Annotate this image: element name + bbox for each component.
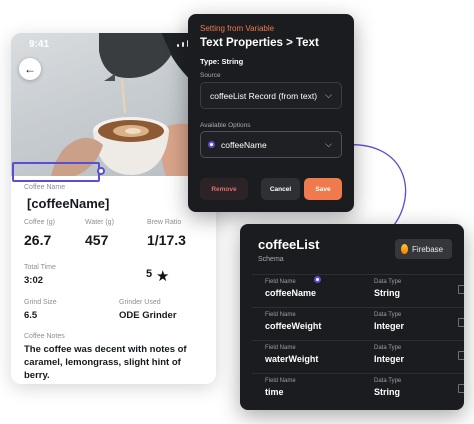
back-button[interactable]: ←	[19, 58, 41, 80]
field-name-value: waterWeight	[265, 354, 319, 364]
grinder-value: ODE Grinder	[119, 310, 177, 321]
firebase-icon	[401, 244, 408, 254]
data-type-label: Data Type	[374, 345, 402, 351]
canvas: 9:41 ← Coffee Name [coffeeName] Coffee (…	[0, 0, 474, 424]
grinder-label: Grinder Used	[119, 299, 161, 306]
source-select[interactable]: coffeeList Record (from text) ⌵	[200, 82, 342, 109]
coffee-grams-label: Coffee (g)	[24, 219, 55, 226]
selected-text-highlight	[12, 162, 100, 182]
field-name-value: coffeeWeight	[265, 321, 322, 331]
schema-row[interactable]: Field Name waterWeight Data Type Integer	[252, 340, 464, 370]
options-select[interactable]: coffeeName ⌵	[200, 131, 342, 158]
field-name-label: Field Name	[265, 312, 296, 318]
source-label: Source	[200, 72, 221, 79]
status-time: 9:41	[29, 39, 50, 50]
options-label: Available Options	[200, 122, 251, 129]
water-grams-value: 457	[85, 232, 109, 248]
schema-subtitle: Schema	[258, 256, 284, 263]
connector-handle	[208, 141, 215, 148]
variable-settings-popup: Setting from Variable Text Properties > …	[188, 14, 354, 212]
schema-row[interactable]: Field Name coffeeName Data Type String	[252, 274, 464, 304]
trash-icon[interactable]	[458, 351, 464, 360]
data-type-value: String	[374, 387, 400, 397]
options-select-value: coffeeName	[221, 139, 267, 150]
total-time-label: Total Time	[24, 264, 56, 271]
schema-panel: coffeeList Schema Firebase Field Name co…	[240, 224, 464, 410]
trash-icon[interactable]	[458, 384, 464, 393]
grind-size-label: Grind Size	[24, 299, 57, 306]
total-time-value: 3:02	[24, 275, 44, 286]
arrow-left-icon: ←	[24, 62, 36, 76]
schema-name: coffeeList	[258, 237, 320, 252]
trash-icon[interactable]	[458, 285, 464, 294]
brew-ratio-value: 1/17.3	[147, 232, 186, 248]
connector-handle[interactable]	[97, 167, 105, 175]
data-type-value: String	[374, 288, 400, 298]
latte-pour-image	[51, 33, 216, 176]
data-type-label: Data Type	[374, 378, 402, 384]
data-type-label: Data Type	[374, 279, 402, 285]
coffee-photo: 9:41 ←	[11, 33, 216, 176]
field-name-value: time	[265, 387, 284, 397]
signal-icon	[182, 42, 184, 47]
coffee-detail-card: 9:41 ← Coffee Name [coffeeName] Coffee (…	[11, 33, 216, 384]
water-grams-label: Water (g)	[85, 219, 114, 226]
field-name-label: Field Name	[265, 345, 296, 351]
rating-value: 5	[146, 268, 153, 280]
save-button[interactable]: Save	[304, 178, 342, 200]
data-type-label: Data Type	[374, 312, 402, 318]
data-type-value: Integer	[374, 321, 405, 331]
source-select-value: coffeeList Record (from text)	[210, 90, 318, 101]
field-name-label: Field Name	[265, 279, 296, 285]
chevron-down-icon: ⌵	[325, 90, 332, 100]
chevron-down-icon: ⌵	[325, 139, 332, 149]
grind-size-value: 6.5	[24, 310, 38, 321]
remove-button[interactable]: Remove	[200, 178, 248, 200]
schema-row[interactable]: Field Name coffeeWeight Data Type Intege…	[252, 307, 464, 337]
star-icon: ★	[156, 268, 170, 285]
coffee-notes-label: Coffee Notes	[24, 333, 65, 340]
coffee-notes-value: The coffee was decent with notes of cara…	[24, 344, 187, 381]
data-type-value: Integer	[374, 354, 405, 364]
brew-ratio-label: Brew Ratio	[147, 219, 182, 226]
popup-title: Text Properties > Text	[200, 37, 319, 49]
popup-type: Type: String	[200, 57, 244, 66]
popup-kicker: Setting from Variable	[200, 24, 275, 33]
coffee-grams-value: 26.7	[24, 232, 52, 248]
cancel-button[interactable]: Cancel	[261, 178, 300, 200]
coffee-name-label: Coffee Name	[24, 184, 66, 191]
trash-icon[interactable]	[458, 318, 464, 327]
field-name-value: coffeeName	[265, 288, 317, 298]
coffee-name-value[interactable]: [coffeeName]	[27, 196, 109, 211]
firebase-label: Firebase	[412, 244, 444, 254]
firebase-badge: Firebase	[395, 239, 452, 259]
schema-row[interactable]: Field Name time Data Type String	[252, 373, 464, 403]
connector-handle[interactable]	[314, 276, 321, 283]
signal-icon	[177, 44, 179, 47]
field-name-label: Field Name	[265, 378, 296, 384]
